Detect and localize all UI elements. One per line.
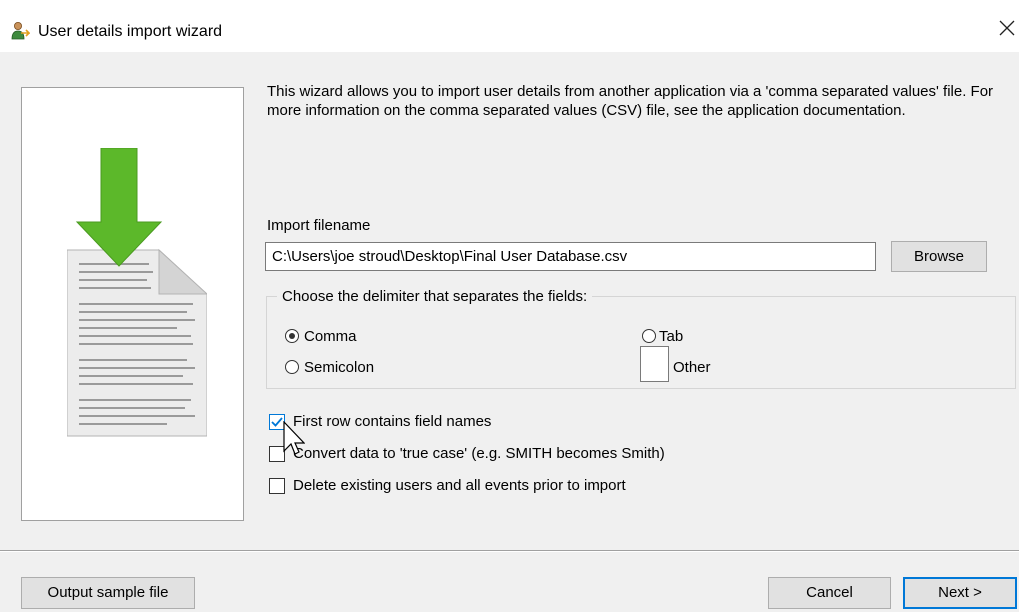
- radio-tab-label[interactable]: Tab: [659, 327, 683, 346]
- delimiter-legend: Choose the delimiter that separates the …: [277, 287, 593, 306]
- wizard-illustration-panel: [21, 87, 244, 521]
- other-delimiter-label[interactable]: Other: [673, 358, 711, 377]
- other-delimiter-input[interactable]: [640, 346, 669, 382]
- output-sample-button[interactable]: Output sample file: [21, 577, 195, 609]
- radio-semicolon[interactable]: [285, 360, 299, 374]
- footer-separator: [0, 550, 1019, 552]
- radio-selected-dot: [289, 333, 295, 339]
- delete-users-checkbox[interactable]: [269, 478, 285, 494]
- checkmark-icon: [271, 417, 283, 427]
- radio-tab[interactable]: [642, 329, 656, 343]
- first-row-label[interactable]: First row contains field names: [293, 412, 491, 431]
- window-title: User details import wizard: [38, 23, 223, 40]
- delete-users-label[interactable]: Delete existing users and all events pri…: [293, 476, 626, 495]
- browse-button[interactable]: Browse: [891, 241, 987, 272]
- download-document-icon: [67, 148, 207, 437]
- close-icon[interactable]: [998, 19, 1016, 37]
- true-case-label[interactable]: Convert data to 'true case' (e.g. SMITH …: [293, 444, 665, 463]
- radio-comma-label[interactable]: Comma: [304, 327, 357, 346]
- title-bar: User details import wizard: [0, 0, 1019, 52]
- intro-text: This wizard allows you to import user de…: [267, 83, 994, 119]
- user-icon: [11, 22, 30, 40]
- next-button[interactable]: Next >: [903, 577, 1017, 609]
- mouse-pointer-icon: [283, 421, 305, 455]
- import-filename-label: Import filename: [267, 217, 371, 234]
- import-filename-input[interactable]: [265, 242, 876, 271]
- cancel-button[interactable]: Cancel: [768, 577, 891, 609]
- radio-comma[interactable]: [285, 329, 299, 343]
- radio-semicolon-label[interactable]: Semicolon: [304, 358, 374, 377]
